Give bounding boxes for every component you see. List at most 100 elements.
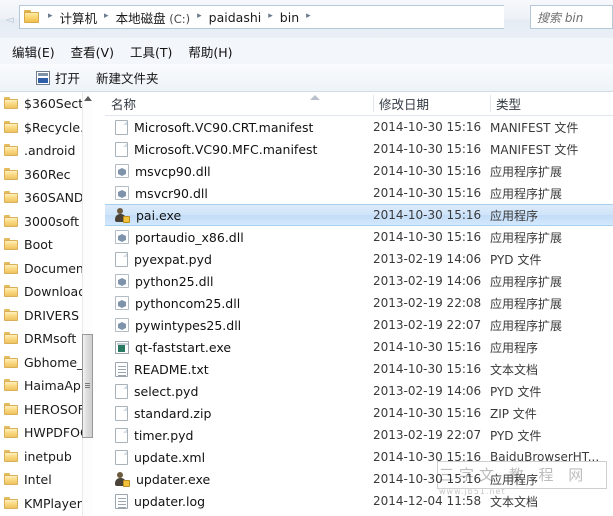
table-row[interactable]: Microsoft.VC90.CRT.manifest 2014-10-30 15… <box>105 116 613 138</box>
file-date-cell: 2013-02-19 22:07 <box>373 318 482 332</box>
table-row[interactable]: select.pyd 2013-02-19 14:06 PYD 文件 <box>105 380 613 402</box>
folder-icon <box>4 214 19 228</box>
file-list-pane: 名称 修改日期 类型 Microsoft.VC90.CRT.manifest 20… <box>105 92 613 516</box>
table-row[interactable]: msvcp90.dll 2014-10-30 15:16 应用程序扩展 <box>105 160 613 182</box>
file-type-cell: PYD 文件 <box>490 384 542 399</box>
sidebar-item-documents[interactable]: Documents <box>0 257 93 281</box>
sidebar-item-herosoft[interactable]: HEROSOFT <box>0 398 93 422</box>
file-name-cell: timer.pyd <box>105 427 390 443</box>
breadcrumb-separator: ▸ <box>48 10 53 21</box>
menu-item-tools[interactable]: 工具(T) <box>122 39 180 64</box>
column-header-name[interactable]: 名称 <box>105 92 373 115</box>
table-row[interactable]: portaudio_x86.dll 2014-10-30 15:16 应用程序扩展 <box>105 226 613 248</box>
file-date-cell: 2013-02-19 14:06 <box>373 384 482 398</box>
file-name-cell: Microsoft.VC90.MFC.manifest <box>105 141 390 157</box>
file-type-cell: 应用程序扩展 <box>490 164 563 179</box>
breadcrumb-separator: ▸ <box>104 10 109 21</box>
file-name-label: python25.dll <box>135 273 214 289</box>
sidebar-item-label: 360Rec <box>24 166 71 182</box>
table-row[interactable]: Microsoft.VC90.MFC.manifest 2014-10-30 15… <box>105 138 613 160</box>
sidebar-item-label: Download <box>24 284 87 300</box>
sidebar-item-label: Intel <box>24 472 52 488</box>
menu-item-view[interactable]: 查看(V) <box>63 39 122 64</box>
file-name-label: README.txt <box>134 361 209 377</box>
sidebar-item-boot[interactable]: Boot <box>0 233 93 257</box>
navigation-pane: $360Section$Recycle.Bin .android 360Rec 360… <box>0 92 93 516</box>
sidebar-item-drivers[interactable]: DRIVERS <box>0 304 93 328</box>
file-name-label: msvcp90.dll <box>135 163 211 179</box>
file-name-cell: portaudio_x86.dll <box>105 230 390 245</box>
breadcrumb-item-bin[interactable]: bin <box>278 9 301 26</box>
menu-item-help[interactable]: 帮助(H) <box>180 39 240 64</box>
file-date-cell: 2014-10-30 15:16 <box>373 230 482 244</box>
table-row[interactable]: msvcr90.dll 2014-10-30 15:16 应用程序扩展 <box>105 182 613 204</box>
sidebar-item-recycle-bin[interactable]: $Recycle.Bin <box>0 116 93 140</box>
open-file-icon <box>36 70 50 85</box>
table-row[interactable]: pyexpat.pyd 2013-02-19 14:06 PYD 文件 <box>105 248 613 270</box>
sidebar-item-hwpdfocr[interactable]: HWPDFOCR <box>0 421 93 445</box>
pane-splitter[interactable] <box>93 92 105 516</box>
sidebar-item-label: DRIVERS <box>24 307 80 323</box>
table-row[interactable]: update.xml 2014-10-30 15:16 BaiduBrowserHT… <box>105 446 613 468</box>
dll-file-icon <box>115 274 129 288</box>
file-name-label: standard.zip <box>134 405 212 421</box>
table-row[interactable]: qt-faststart.exe 2014-10-30 15:16 应用程序 <box>105 336 613 358</box>
menu-item-edit[interactable]: 编辑(E) <box>4 39 63 64</box>
back-arrow-icon[interactable]: ◅ <box>4 14 15 25</box>
table-row[interactable]: python25.dll 2013-02-19 14:06 应用程序扩展 <box>105 270 613 292</box>
table-row[interactable]: timer.pyd 2013-02-19 22:07 PYD 文件 <box>105 424 613 446</box>
table-row[interactable]: pai.exe 2014-10-30 15:16 应用程序 <box>105 204 613 226</box>
file-name-label: qt-faststart.exe <box>135 339 232 355</box>
open-button[interactable]: 打开 <box>28 66 88 89</box>
new-folder-button-label: 新建文件夹 <box>96 71 159 86</box>
sidebar-item-gbhome-v7[interactable]: Gbhome_v7 <box>0 351 93 375</box>
sidebar-item-android[interactable]: .android <box>0 139 93 163</box>
sidebar-scrollbar-thumb[interactable] <box>82 334 93 438</box>
sidebar-item-intel[interactable]: Intel <box>0 468 93 492</box>
file-type-cell: 应用程序扩展 <box>490 274 563 289</box>
sidebar-item-360section[interactable]: $360Section <box>0 92 93 116</box>
table-row[interactable]: updater.log 2014-12-04 11:58 文本文档 <box>105 490 613 512</box>
sidebar-item-360rec[interactable]: 360Rec <box>0 163 93 187</box>
file-name-cell: standard.zip <box>105 405 390 421</box>
file-type-cell: PYD 文件 <box>490 428 542 443</box>
breadcrumb[interactable]: ▸ 计算机 ▸ 本地磁盘 (C:) ▸ paidashi ▸ bin ▸ <box>19 5 504 29</box>
sidebar-item-inetpub[interactable]: inetpub <box>0 445 93 469</box>
table-row[interactable]: standard.zip 2014-10-30 15:16 ZIP 文件 <box>105 402 613 424</box>
table-row[interactable]: updater.exe 2014-10-30 15:16 应用程序 <box>105 468 613 490</box>
breadcrumb-item-computer[interactable]: 计算机 <box>58 7 100 28</box>
file-date-cell: 2014-10-30 15:16 <box>373 142 482 156</box>
dll-file-icon <box>115 186 129 200</box>
dll-file-icon <box>115 164 129 178</box>
file-name-label: update.xml <box>134 449 206 465</box>
column-header-date[interactable]: 修改日期 <box>373 92 490 115</box>
file-date-cell: 2014-10-30 15:16 <box>373 340 482 354</box>
sidebar-item-drmsoft[interactable]: DRMsoft <box>0 327 93 351</box>
folder-icon <box>24 10 40 24</box>
sidebar-item-haimaapp[interactable]: HaimaApp <box>0 374 93 398</box>
table-row[interactable]: README.txt 2014-10-30 15:16 文本文档 <box>105 358 613 380</box>
sidebar-item-3000soft[interactable]: 3000soft <box>0 210 93 234</box>
scroll-up-arrow-icon[interactable] <box>83 94 92 103</box>
file-date-cell: 2014-10-30 15:16 <box>373 472 482 486</box>
file-rows: Microsoft.VC90.CRT.manifest 2014-10-30 15… <box>105 116 613 516</box>
sidebar-item-download[interactable]: Download <box>0 280 93 304</box>
search-input[interactable]: 搜索 bin <box>530 5 613 29</box>
folder-icon <box>4 496 19 510</box>
column-header-type[interactable]: 类型 <box>490 92 613 115</box>
breadcrumb-item-paidashi[interactable]: paidashi <box>207 9 264 26</box>
dll-file-icon <box>115 296 129 310</box>
table-row[interactable]: vld.dll2014-10-30 15:16应用程序扩展 <box>105 512 613 516</box>
sidebar-item-kmplayer[interactable]: KMPlayer <box>0 492 93 516</box>
file-date-cell: 2014-10-30 15:16 <box>373 450 482 464</box>
breadcrumb-item-localdisk[interactable]: 本地磁盘 (C:) <box>114 7 193 28</box>
file-name-cell: msvcr90.dll <box>105 186 390 201</box>
table-row[interactable]: pywintypes25.dll 2013-02-19 22:07 应用程序扩展 <box>105 314 613 336</box>
generic-file-icon <box>115 141 128 157</box>
file-date-cell: 2014-10-30 15:16 <box>373 362 482 376</box>
new-folder-button[interactable]: 新建文件夹 <box>88 66 167 89</box>
table-row[interactable]: pythoncom25.dll 2013-02-19 22:08 应用程序扩展 <box>105 292 613 314</box>
file-name-label: portaudio_x86.dll <box>135 229 244 245</box>
file-name-cell: pai.exe <box>105 207 390 223</box>
sidebar-item-360sandbox[interactable]: 360SANDBOX <box>0 186 93 210</box>
